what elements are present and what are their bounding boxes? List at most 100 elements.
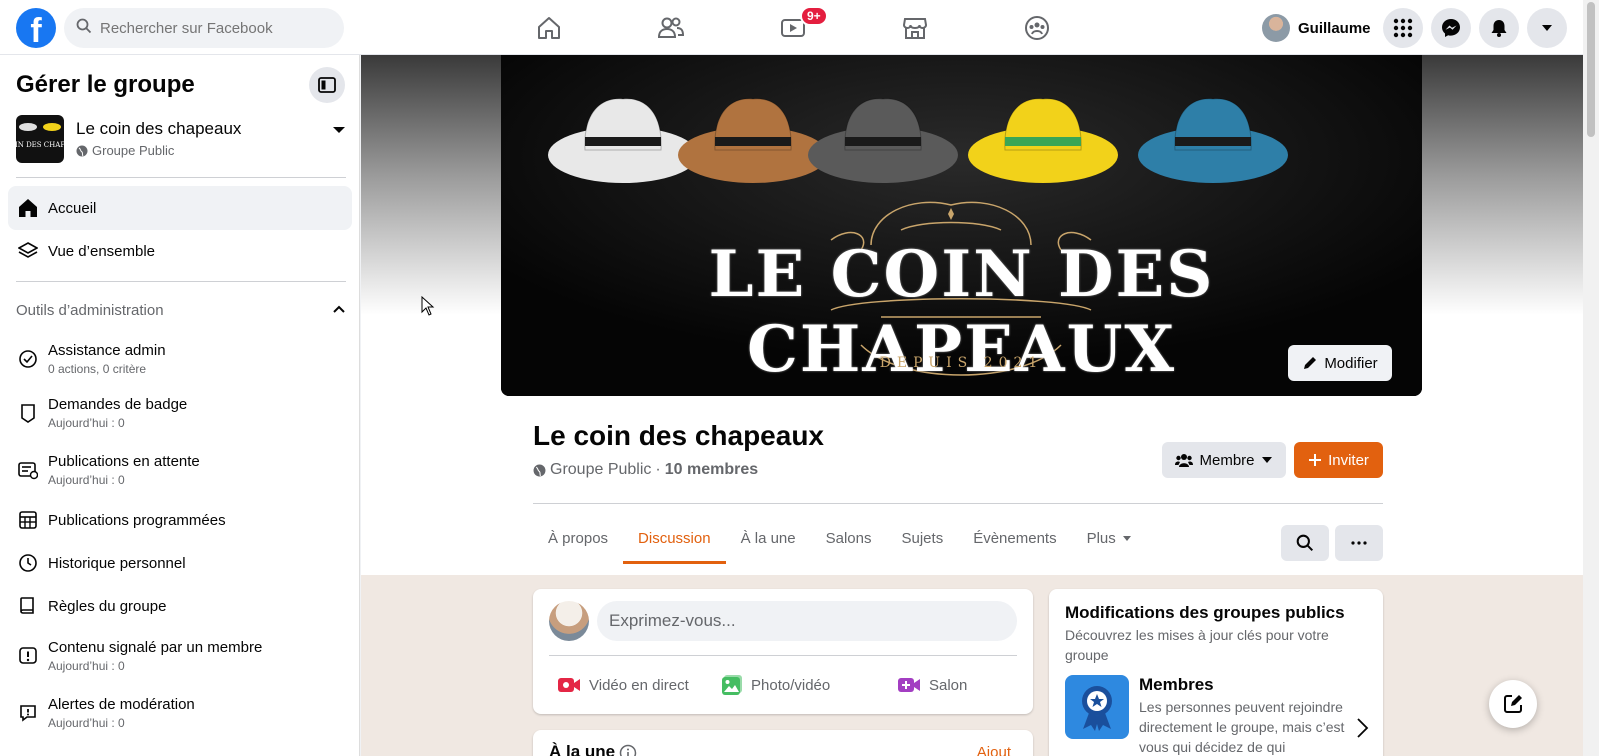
tab-a-propos[interactable]: À propos	[533, 513, 623, 563]
search-icon	[76, 18, 92, 39]
sidebar-item-demandes-badge[interactable]: Demandes de badge Aujourd’hui : 0	[8, 390, 352, 436]
tab-label: À la une	[740, 529, 796, 547]
sidebar-item-vue-ensemble[interactable]: Vue d’ensemble	[8, 229, 352, 273]
tab-label: Évènements	[973, 529, 1057, 547]
sidebar-item-alertes-moderation[interactable]: Alertes de modération Aujourd’hui : 0	[8, 690, 352, 736]
group-meta: Groupe Public · 10 membres	[533, 461, 758, 479]
more-dots-icon	[1351, 541, 1367, 545]
tab-discussion[interactable]: Discussion	[623, 513, 726, 564]
sidebar-item-label: Alertes de modération	[48, 696, 195, 713]
sidebar-item-label: Assistance admin	[48, 342, 166, 359]
sidebar-item-contenu-signale[interactable]: Contenu signalé par un membre Aujourd’hu…	[8, 633, 352, 679]
room-button[interactable]: Salon	[897, 665, 967, 705]
sidebar-toggle-button[interactable]	[309, 67, 345, 103]
cover-since: DEPUIS 2021	[879, 355, 1044, 371]
tab-evenements[interactable]: Évènements	[958, 513, 1071, 563]
sidebar-item-publications-programmees[interactable]: Publications programmées	[8, 498, 352, 542]
group-type-label: Groupe Public	[92, 143, 175, 158]
scheduled-icon	[16, 508, 40, 532]
nav-home[interactable]	[488, 0, 610, 55]
admin-assist-icon	[16, 347, 40, 371]
divider	[16, 177, 346, 178]
featured-title: À la une	[549, 742, 616, 756]
sidebar-item-accueil[interactable]: Accueil	[8, 186, 352, 230]
facebook-logo[interactable]: f	[16, 8, 56, 48]
group-selector[interactable]: IN DES CHAP Le coin des chapeaux Groupe …	[16, 115, 346, 163]
book-icon	[16, 594, 40, 618]
search-input[interactable]	[100, 19, 320, 37]
group-type: Groupe Public	[76, 143, 174, 158]
members-icon	[1175, 454, 1194, 467]
layers-icon	[16, 239, 40, 263]
info-icon[interactable]	[619, 744, 637, 756]
tab-label: À propos	[548, 529, 609, 547]
new-message-button[interactable]	[1489, 680, 1537, 728]
nav-groups[interactable]	[976, 0, 1098, 55]
profile-link[interactable]: Guillaume	[1258, 10, 1381, 46]
member-button[interactable]: Membre	[1162, 442, 1286, 478]
nav-friends[interactable]	[610, 0, 732, 55]
cover-photo[interactable]: LE COIN DES CHAPEAUX DEPUIS 2021 Modifie…	[501, 55, 1422, 396]
nav-marketplace[interactable]	[854, 0, 976, 55]
photo-video-button[interactable]: Photo/vidéo	[721, 665, 830, 705]
card-description: Découvrez les mises à jour clés pour vot…	[1065, 627, 1329, 663]
edit-cover-label: Modifier	[1324, 354, 1378, 372]
tab-sujets[interactable]: Sujets	[887, 513, 959, 563]
sidebar-item-regles[interactable]: Règles du groupe	[8, 584, 352, 628]
grid-menu-icon	[1393, 18, 1413, 38]
group-type-label: Groupe Public	[550, 461, 652, 478]
composer-input[interactable]: Exprimez-vous...	[597, 601, 1017, 641]
search-box[interactable]	[64, 8, 344, 48]
more-options-button[interactable]	[1335, 525, 1383, 561]
sidebar-item-label: Demandes de badge	[48, 396, 188, 413]
badge-icon	[16, 401, 40, 425]
live-video-button[interactable]: Vidéo en direct	[557, 665, 689, 705]
tab-plus[interactable]: Plus	[1072, 513, 1148, 563]
chevron-up-icon[interactable]	[332, 302, 346, 320]
divider	[533, 503, 1383, 504]
sidebar-item-historique[interactable]: Historique personnel	[8, 541, 352, 585]
compose-icon	[1504, 695, 1522, 713]
notification-badge: 9+	[800, 6, 828, 26]
home-icon	[16, 196, 40, 220]
public-group-changes-card: Modifications des groupes publics Découv…	[1049, 589, 1383, 756]
sidebar-item-label: Historique personnel	[48, 554, 186, 572]
tab-salons[interactable]: Salons	[811, 513, 887, 563]
avatar	[1262, 14, 1290, 42]
photo-video-label: Photo/vidéo	[751, 676, 831, 694]
marketplace-icon	[902, 17, 928, 39]
friends-icon	[657, 17, 685, 38]
featured-add-link[interactable]: Ajout	[977, 744, 1011, 756]
mouse-cursor-icon	[421, 296, 435, 316]
sidebar-item-sublabel: Aujourd’hui : 0	[48, 716, 125, 730]
sidebar-item-assistance-admin[interactable]: Assistance admin 0 actions, 0 critère	[8, 336, 352, 382]
search-group-button[interactable]	[1281, 525, 1329, 561]
sidebar-item-label: Vue d’ensemble	[48, 242, 156, 260]
nav-watch[interactable]: 9+	[732, 0, 854, 55]
member-count[interactable]: 10 membres	[665, 461, 758, 479]
sidebar-layout-icon	[318, 77, 336, 93]
invite-button[interactable]: Inviter	[1294, 442, 1383, 478]
member-button-label: Membre	[1199, 451, 1255, 469]
bell-icon	[1491, 20, 1507, 37]
edit-cover-button[interactable]: Modifier	[1288, 345, 1392, 381]
notifications-button[interactable]	[1479, 8, 1519, 48]
invite-button-label: Inviter	[1328, 451, 1369, 469]
chevron-right-icon[interactable]	[1355, 717, 1369, 744]
sidebar-item-publications-attente[interactable]: Publications en attente Aujourd’hui : 0	[8, 447, 352, 493]
clock-icon	[16, 551, 40, 575]
divider	[16, 281, 346, 282]
admin-tools-section[interactable]: Outils d’administration	[16, 302, 346, 319]
account-menu-button[interactable]	[1527, 8, 1567, 48]
report-icon	[16, 644, 40, 668]
scrollbar-thumb[interactable]	[1587, 2, 1595, 137]
tab-a-la-une[interactable]: À la une	[726, 513, 811, 563]
caret-down-icon[interactable]	[332, 123, 346, 142]
main-navigation: 9+	[488, 0, 1098, 55]
messenger-button[interactable]	[1431, 8, 1471, 48]
page-scrollbar[interactable]	[1583, 0, 1599, 756]
caret-down-icon	[1261, 457, 1272, 463]
members-badge-icon	[1065, 675, 1129, 739]
home-icon	[538, 16, 560, 39]
menu-button[interactable]	[1383, 8, 1423, 48]
